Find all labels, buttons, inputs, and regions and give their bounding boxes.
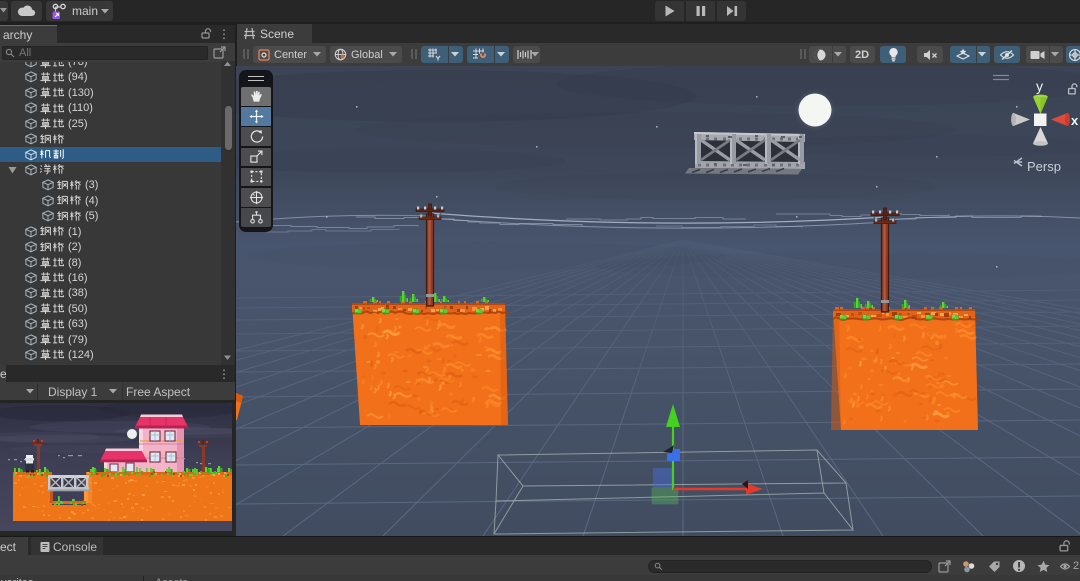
svg-text:x: x <box>1071 113 1079 128</box>
svg-text:Persp: Persp <box>1027 159 1061 174</box>
svg-text:y: y <box>1036 78 1043 94</box>
